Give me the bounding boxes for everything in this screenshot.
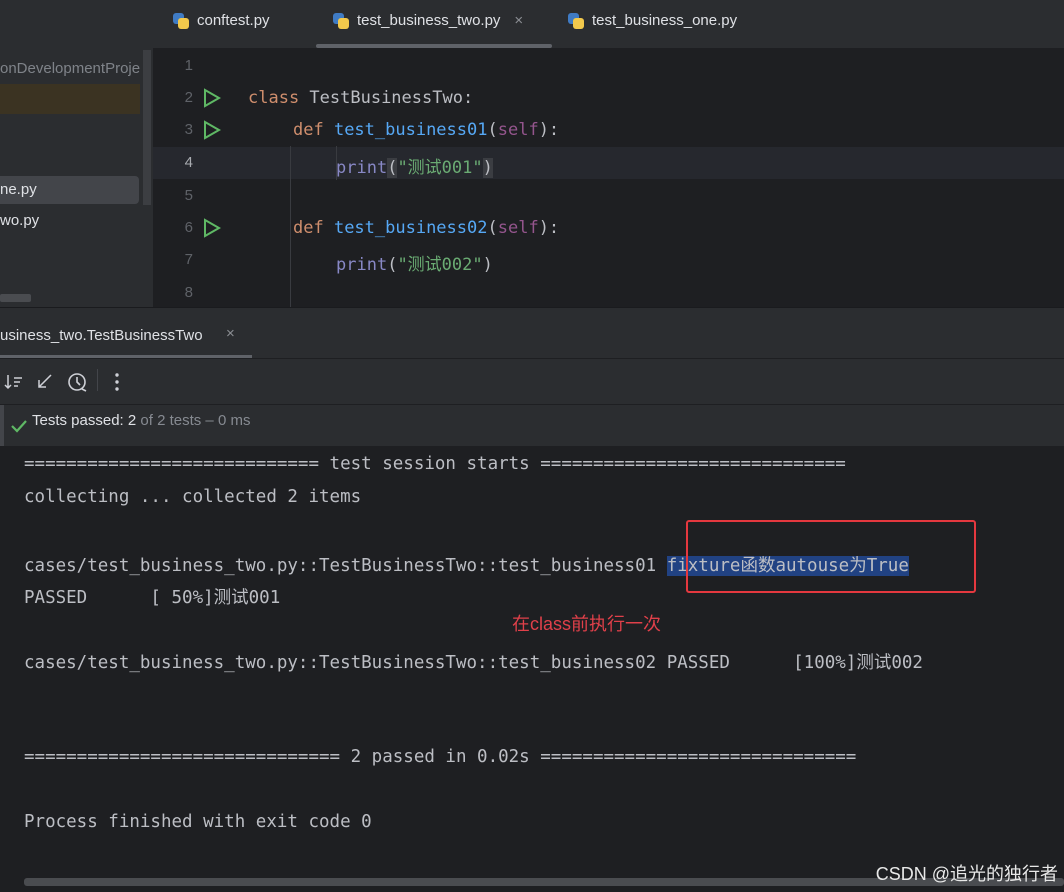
run-gutter-icon[interactable] xyxy=(202,218,222,238)
tab-conftest[interactable]: conftest.py xyxy=(173,12,270,29)
line-number: 4 xyxy=(184,154,193,171)
code-line-7: print("测试002") xyxy=(336,250,493,275)
tab-label: test_business_two.py xyxy=(357,12,501,29)
line-number: 2 xyxy=(184,89,193,106)
console-line: PASSED [ 50%]测试001 xyxy=(24,588,281,608)
punctuation: ( xyxy=(487,120,498,140)
annotation-box xyxy=(686,520,976,593)
line-number: 3 xyxy=(184,121,193,138)
keyword: def xyxy=(293,218,334,238)
self-param: self xyxy=(497,218,539,238)
punctuation: ( xyxy=(487,218,498,238)
punctuation: ): xyxy=(538,120,560,140)
editor-tab-bar: conftest.py test_business_two.py × test_… xyxy=(153,0,1064,49)
indent-guide xyxy=(290,146,291,307)
more-icon[interactable] xyxy=(110,371,124,393)
punctuation: ( xyxy=(387,158,398,178)
close-icon[interactable]: × xyxy=(226,325,235,342)
run-gutter-icon[interactable] xyxy=(202,120,222,140)
function-name: test_business02 xyxy=(333,218,488,238)
sidebar-vertical-scrollbar[interactable] xyxy=(143,50,151,205)
sidebar-file-one[interactable]: ne.py xyxy=(0,181,37,198)
line-number: 7 xyxy=(184,251,193,268)
close-icon[interactable]: × xyxy=(514,12,523,29)
project-name[interactable]: onDevelopmentProje xyxy=(0,60,140,77)
history-icon[interactable] xyxy=(66,371,88,393)
punctuation: ): xyxy=(538,218,560,238)
code-editor[interactable]: 1 2 3 4 5 6 7 8 class TestBusinessTwo: d… xyxy=(153,48,1064,307)
python-file-icon xyxy=(568,12,584,29)
string-literal: "测试001" xyxy=(397,158,483,178)
collapse-icon[interactable] xyxy=(35,372,55,392)
builtin: print xyxy=(336,255,388,275)
python-file-icon xyxy=(173,12,189,29)
python-file-icon xyxy=(333,12,349,29)
tab-test-business-one[interactable]: test_business_one.py xyxy=(568,12,737,29)
status-edge xyxy=(0,405,4,447)
check-icon xyxy=(11,420,27,433)
line-number: 6 xyxy=(184,219,193,236)
punctuation: ) xyxy=(482,255,493,275)
test-path: cases/test_business_two.py::TestBusiness… xyxy=(24,556,667,576)
self-param: self xyxy=(497,120,539,140)
string-literal: "测试002" xyxy=(397,255,483,275)
test-status-bar: Tests passed: 2 of 2 tests – 0 ms xyxy=(0,404,1064,447)
toolbar-separator xyxy=(97,369,98,391)
line-number: 8 xyxy=(184,284,193,301)
console-line: ============================ test sessio… xyxy=(24,454,846,474)
annotation-text: 在class前执行一次 xyxy=(512,614,662,634)
tests-detail: of 2 tests – 0 ms xyxy=(136,412,251,429)
test-status-text: Tests passed: 2 of 2 tests – 0 ms xyxy=(32,412,250,429)
run-toolbar xyxy=(0,358,1064,405)
punctuation: ( xyxy=(387,255,398,275)
console-line: collecting ... collected 2 items xyxy=(24,487,362,507)
watermark: CSDN @追光的独行者 xyxy=(875,864,1058,884)
code-line-3: def test_business01(self): xyxy=(293,120,559,140)
sidebar-highlight-row xyxy=(0,84,140,114)
run-gutter-icon[interactable] xyxy=(202,88,222,108)
tab-label: conftest.py xyxy=(197,12,270,29)
punctuation: ) xyxy=(482,158,493,178)
class-name: TestBusinessTwo xyxy=(309,88,463,108)
code-line-4: print("测试001") xyxy=(336,153,493,178)
keyword: def xyxy=(293,120,334,140)
run-tab[interactable]: usiness_two.TestBusinessTwo xyxy=(0,327,203,344)
console-line: Process finished with exit code 0 xyxy=(24,812,372,832)
punctuation: : xyxy=(462,88,474,108)
tab-label: test_business_one.py xyxy=(592,12,738,29)
run-panel-tab-bar: usiness_two.TestBusinessTwo × xyxy=(0,307,1064,358)
console-line: cases/test_business_two.py::TestBusiness… xyxy=(24,653,923,673)
builtin: print xyxy=(336,158,388,178)
tests-passed-label: Tests passed: 2 xyxy=(32,412,137,429)
code-line-2: class TestBusinessTwo: xyxy=(248,88,473,108)
sort-icon[interactable] xyxy=(4,372,24,392)
line-number: 5 xyxy=(184,187,193,204)
sidebar-file-two[interactable]: wo.py xyxy=(0,212,39,229)
project-sidebar: onDevelopmentProje ne.py wo.py xyxy=(0,0,153,307)
console-line: ============================== 2 passed … xyxy=(24,747,857,767)
console-output[interactable]: ============================ test sessio… xyxy=(0,446,1064,892)
line-number: 1 xyxy=(184,57,193,74)
sidebar-horizontal-scrollbar[interactable] xyxy=(0,294,31,302)
keyword: class xyxy=(248,88,310,108)
tab-test-business-two[interactable]: test_business_two.py × xyxy=(333,12,523,29)
function-name: test_business01 xyxy=(333,120,488,140)
code-line-6: def test_business02(self): xyxy=(293,218,559,238)
